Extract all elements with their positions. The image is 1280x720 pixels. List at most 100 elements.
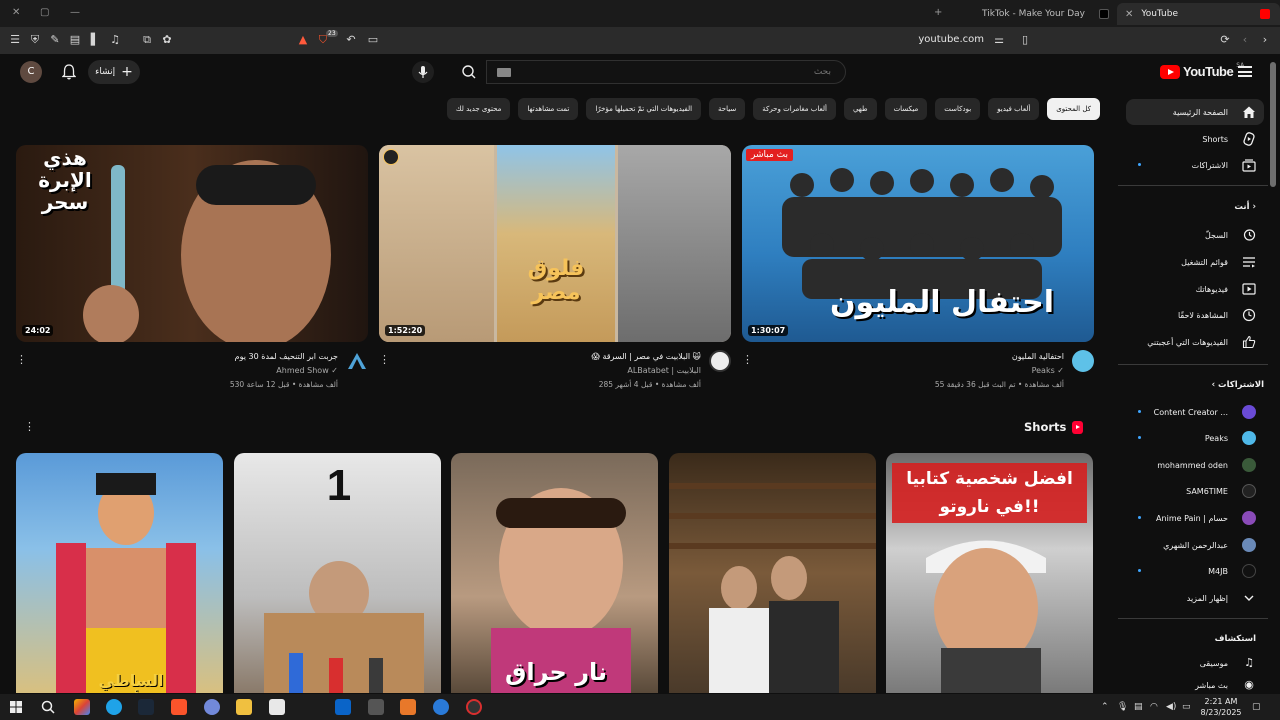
brave-icon[interactable] [171, 699, 187, 715]
sidebar-item-shorts[interactable]: Shorts [1126, 126, 1264, 152]
more-options-icon[interactable]: ⋮ [379, 353, 390, 366]
video-title[interactable]: 😱 البلابيت في مصر | السرقة 🙀 [592, 352, 701, 361]
window-close-icon[interactable]: ✕ [12, 7, 20, 18]
youtube-logo[interactable]: YouTube SA [1160, 62, 1244, 79]
vlc-icon[interactable] [400, 699, 416, 715]
screenshot-icon[interactable]: ⧉ [140, 33, 154, 47]
sidebar-show-more[interactable]: إظهار المزيد [1126, 585, 1264, 611]
short-card[interactable]: نار حراق [451, 453, 658, 693]
page-scrollbar[interactable] [1270, 62, 1276, 187]
reader-mode-icon[interactable]: ▭ [366, 33, 380, 47]
bookmark-icon[interactable]: ▯ [1018, 33, 1032, 47]
sidebar-subscription-item[interactable]: mohammed oden [1126, 452, 1264, 478]
sidebar-icon[interactable]: ▌ [88, 33, 102, 47]
extension-icon[interactable]: ✎ [48, 33, 62, 47]
create-button[interactable]: إنشاء + [88, 60, 140, 84]
edge-icon[interactable] [106, 699, 122, 715]
close-tab-icon[interactable]: ✕ [1125, 9, 1133, 20]
short-card[interactable] [669, 453, 876, 693]
tabs-icon[interactable]: ▤ [68, 33, 82, 47]
short-card[interactable]: 1 [234, 453, 441, 693]
video-title[interactable]: احتفالية المليون [1012, 352, 1064, 361]
sidebar-subscription-item[interactable]: SAM6TIME [1126, 478, 1264, 504]
chip-mixes[interactable]: ميكسات [884, 98, 928, 120]
channel-avatar[interactable] [709, 350, 731, 372]
reload-page-icon[interactable]: ↶ [344, 33, 358, 47]
channel-name[interactable]: Ahmed Show ✓ [276, 366, 338, 375]
site-settings-icon[interactable]: ⚌ [992, 33, 1006, 47]
more-options-icon[interactable]: ⋮ [16, 353, 27, 366]
sidebar-subscription-item[interactable]: عبدالرحمن الشهري [1126, 532, 1264, 558]
sidebar-subscription-item[interactable]: Peaks [1126, 425, 1264, 451]
battery-icon[interactable]: ▭ [1182, 702, 1191, 712]
keyboard-icon[interactable] [497, 68, 511, 77]
video-card[interactable]: هذي الإبرة سحر 24:02 جربت ابر التنحيف لم… [16, 145, 368, 400]
notifications-bell-icon[interactable] [62, 64, 76, 80]
short-card[interactable]: الساطي الأول [16, 453, 223, 693]
microphone-icon[interactable]: 🎙 [1117, 702, 1128, 712]
sidebar-item-live[interactable]: بث مباشر ◉ [1126, 676, 1264, 694]
sidebar-you-heading[interactable]: أنت › [1126, 202, 1256, 212]
channel-avatar[interactable] [1072, 350, 1094, 372]
search-icon[interactable] [40, 699, 56, 715]
sidebar-item-home[interactable]: الصفحة الرئيسية [1126, 99, 1264, 125]
forward-icon[interactable]: › [1258, 33, 1272, 47]
sidebar-item-subscriptions[interactable]: الاشتراكات [1126, 152, 1264, 178]
music-note-icon[interactable]: ♫ [108, 33, 122, 47]
video-thumbnail[interactable]: هذي الإبرة سحر 24:02 [16, 145, 368, 342]
back-icon[interactable]: ‹ [1238, 33, 1252, 47]
wifi-icon[interactable]: ◠ [1150, 702, 1158, 712]
notifications-icon[interactable]: ▢ [1252, 702, 1261, 712]
chip-cooking[interactable]: طهي [843, 98, 877, 120]
search-input[interactable] [487, 61, 845, 83]
video-card[interactable]: بث مباشر احتفال المليون 1:30:07 احتفالية… [742, 145, 1094, 400]
taskbar-clock[interactable]: 2:21 AM 8/23/2025 [1196, 696, 1246, 718]
app-icon[interactable] [433, 699, 449, 715]
channel-name[interactable]: Peaks ✓ [1032, 366, 1064, 375]
sidebar-item-playlists[interactable]: قوائم التشغيل [1126, 249, 1264, 275]
video-thumbnail[interactable]: بث مباشر احتفال المليون 1:30:07 [742, 145, 1094, 342]
new-tab-icon[interactable]: + [934, 7, 942, 18]
window-minimize-icon[interactable]: — [70, 7, 80, 18]
voice-search-icon[interactable] [412, 61, 434, 83]
sidebar-item-history[interactable]: السجلّ [1126, 222, 1264, 248]
windows-start-icon[interactable] [8, 699, 24, 715]
tab-tiktok[interactable]: TikTok - Make Your Day [950, 3, 1115, 25]
sidebar-item-your-videos[interactable]: فيديوهاتك [1126, 276, 1264, 302]
address-bar-url[interactable]: youtube.com [900, 34, 984, 45]
app-icon[interactable] [368, 699, 384, 715]
chip-video-games[interactable]: ألعاب فيديو [988, 98, 1040, 120]
video-thumbnail[interactable]: فلوق مصر 1:52:20 [379, 145, 731, 342]
more-options-icon[interactable]: ⋮ [742, 353, 753, 366]
brave-rewards-icon[interactable]: ▲ [296, 33, 310, 47]
chip-watched[interactable]: تمت مشاهدتها [518, 98, 579, 120]
shorts-more-options-icon[interactable]: ⋮ [24, 420, 35, 433]
account-avatar[interactable]: C [20, 61, 42, 83]
sidebar-item-music[interactable]: موسيقى ♫ [1126, 650, 1264, 676]
chip-all[interactable]: كل المحتوى [1047, 98, 1100, 120]
chip-travel[interactable]: سياحة [709, 98, 746, 120]
discord-icon[interactable] [204, 699, 220, 715]
chip-action-adventure[interactable]: ألعاب مغامرات وحركة [753, 98, 836, 120]
sidebar-subscription-item[interactable]: M4JB [1126, 558, 1264, 584]
short-card[interactable]: افضل شخصية كتابيا في ناروتو!! [886, 453, 1093, 693]
file-explorer-icon[interactable] [236, 699, 252, 715]
channel-name[interactable]: ALBatabet | البلابيت [627, 366, 701, 375]
channel-avatar[interactable] [346, 350, 368, 372]
sidebar-item-watch-later[interactable]: المشاهدة لاحقًا [1126, 302, 1264, 328]
window-restore-icon[interactable]: ▢ [40, 7, 49, 18]
video-title[interactable]: جربت ابر التنحيف لمدة 30 يوم [235, 352, 338, 361]
menu-icon[interactable]: ☰ [8, 33, 22, 47]
puzzle-icon[interactable]: ✿ [160, 33, 174, 47]
calculator-icon[interactable] [269, 699, 285, 715]
sidebar-subscriptions-heading[interactable]: ‹ الاشتراكات [1126, 380, 1264, 390]
chip-new-to-you[interactable]: محتوى جديد لك [446, 98, 511, 120]
sidebar-item-liked-videos[interactable]: الفيديوهات التي أعجبتني [1126, 329, 1264, 355]
tab-youtube[interactable]: ✕ YouTube [1117, 3, 1280, 25]
guide-menu-icon[interactable] [1238, 66, 1252, 77]
shield-icon[interactable]: ⛨ [28, 33, 42, 47]
sidebar-subscription-item[interactable]: Content Creator ... [1126, 399, 1264, 425]
volume-icon[interactable]: ◀) [1166, 702, 1176, 712]
reload-icon[interactable]: ⟳ [1218, 33, 1232, 47]
chip-podcasts[interactable]: بودكاست [935, 98, 981, 120]
